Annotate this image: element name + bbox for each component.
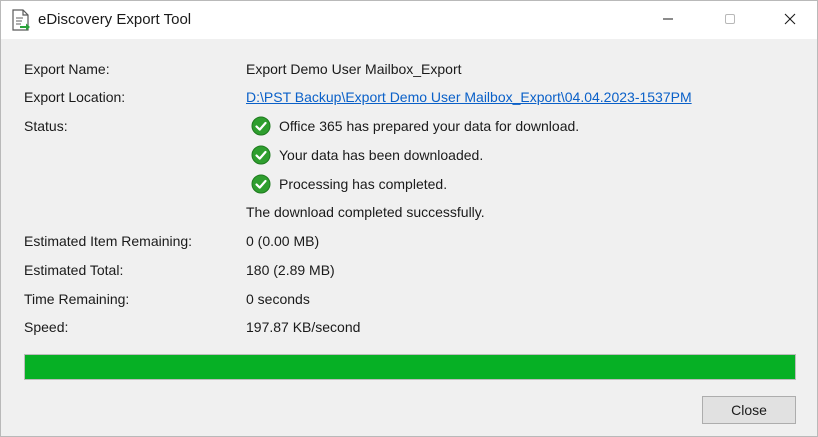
status-summary: The download completed successfully. <box>246 204 485 220</box>
minimize-icon <box>663 18 673 20</box>
close-icon <box>784 13 796 25</box>
speed-value: 197.87 KB/second <box>246 319 361 335</box>
export-location-link[interactable]: D:\PST Backup\Export Demo User Mailbox_E… <box>246 89 692 105</box>
window-title: eDiscovery Export Tool <box>38 11 192 28</box>
status-line-text: Your data has been downloaded. <box>279 147 484 163</box>
progress-fill <box>25 355 795 379</box>
status-line-text: Processing has completed. <box>279 176 448 192</box>
export-tool-window: eDiscovery Export Tool Export Name: Expo… <box>0 0 818 437</box>
status-label: Status: <box>24 118 68 134</box>
status-line-prepared: Office 365 has prepared your data for do… <box>251 116 579 136</box>
close-window-button[interactable] <box>759 1 818 37</box>
status-line-downloaded: Your data has been downloaded. <box>251 145 483 165</box>
export-tool-icon <box>11 9 31 31</box>
time-remaining-value: 0 seconds <box>246 291 310 307</box>
close-button[interactable]: Close <box>702 396 796 424</box>
green-check-icon <box>251 145 271 165</box>
maximize-button[interactable] <box>699 1 761 37</box>
speed-label: Speed: <box>24 319 69 335</box>
time-remaining-label: Time Remaining: <box>24 291 130 307</box>
estimated-item-remaining-label: Estimated Item Remaining: <box>24 233 193 249</box>
estimated-total-value: 180 (2.89 MB) <box>246 262 335 278</box>
export-name-label: Export Name: <box>24 61 110 77</box>
export-progress-bar <box>24 354 796 380</box>
green-check-icon <box>251 116 271 136</box>
minimize-button[interactable] <box>637 1 699 37</box>
status-line-text: Office 365 has prepared your data for do… <box>279 118 580 134</box>
estimated-total-label: Estimated Total: <box>24 262 124 278</box>
title-bar: eDiscovery Export Tool <box>1 1 817 39</box>
status-line-processed: Processing has completed. <box>251 174 447 194</box>
export-name-value: Export Demo User Mailbox_Export <box>246 61 462 77</box>
estimated-item-remaining-value: 0 (0.00 MB) <box>246 233 320 249</box>
green-check-icon <box>251 174 271 194</box>
export-location-label: Export Location: <box>24 89 126 105</box>
export-details-panel: Export Name: Export Demo User Mailbox_Ex… <box>1 39 817 436</box>
maximize-icon <box>725 14 735 24</box>
